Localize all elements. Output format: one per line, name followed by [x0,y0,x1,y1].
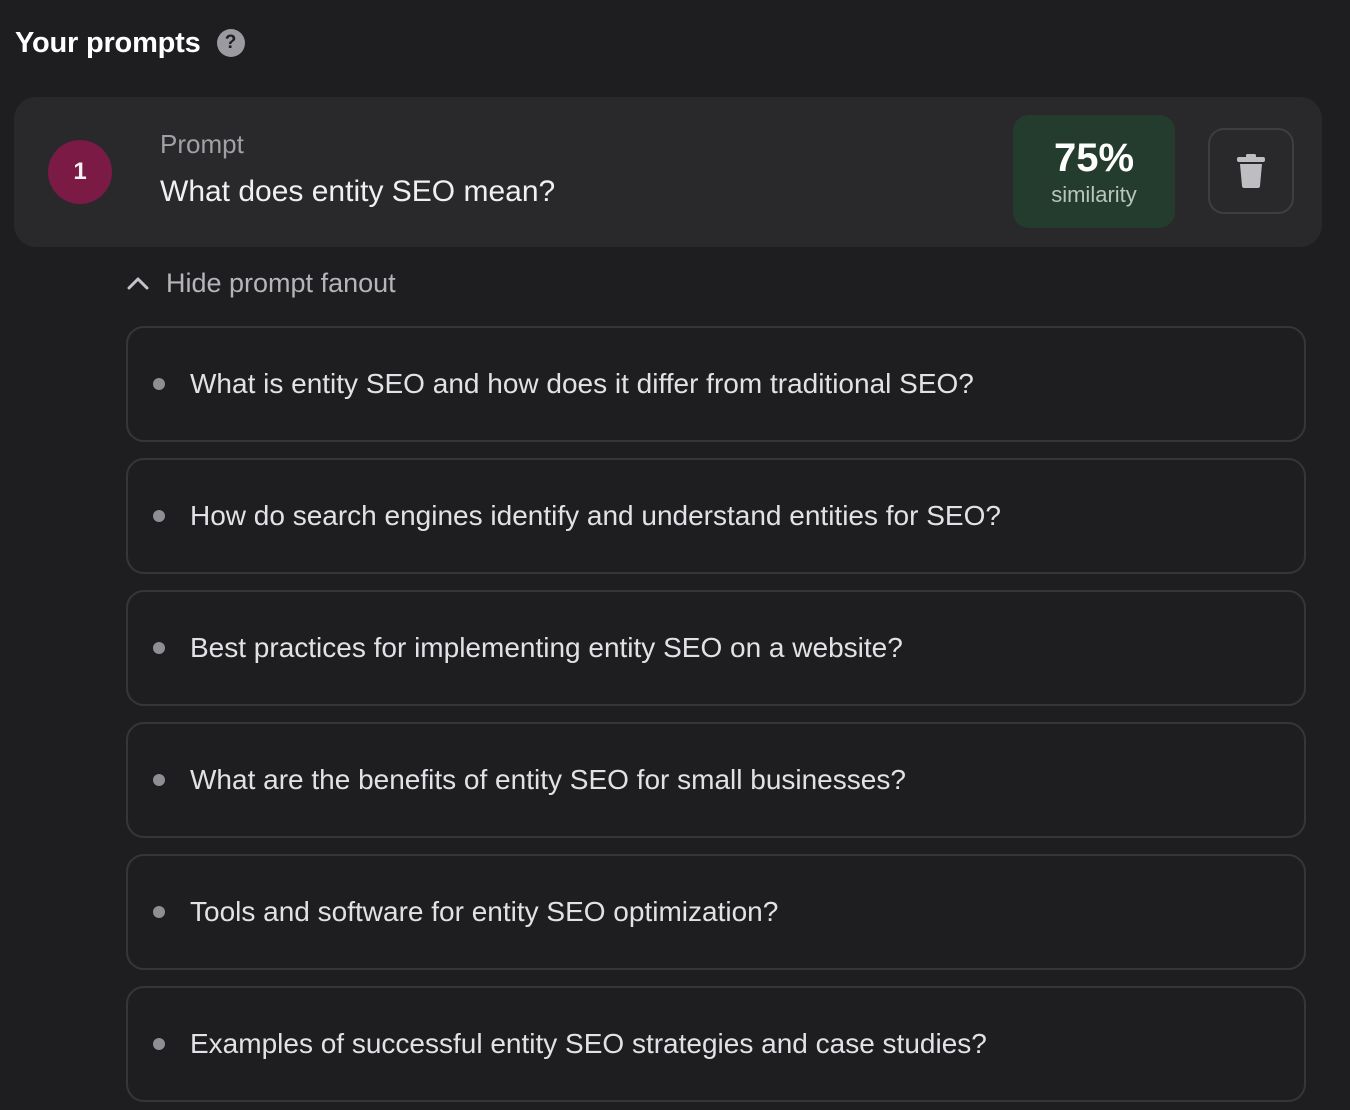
prompts-page: Your prompts ? 1 Prompt What does entity… [0,0,1350,1110]
fanout-list: What is entity SEO and how does it diffe… [126,326,1306,1110]
bullet-dot-icon [153,774,165,786]
bullet-dot-icon [153,906,165,918]
fanout-item[interactable]: What are the benefits of entity SEO for … [126,722,1306,838]
delete-prompt-button[interactable] [1208,128,1294,214]
fanout-item[interactable]: Best practices for implementing entity S… [126,590,1306,706]
fanout-item-text: What is entity SEO and how does it diffe… [190,368,974,399]
fanout-item[interactable]: What is entity SEO and how does it diffe… [126,326,1306,442]
prompt-number-badge: 1 [48,140,112,204]
bullet-dot-icon [153,378,165,390]
prompt-text: What does entity SEO mean? [160,175,556,208]
prompt-card: 1 Prompt What does entity SEO mean? 75% … [14,97,1322,247]
fanout-item-text: Best practices for implementing entity S… [190,632,903,663]
bullet-dot-icon [153,1038,165,1050]
bullet-dot-icon [153,642,165,654]
section-header: Your prompts ? [15,24,245,62]
prompt-label: Prompt [160,129,244,159]
fanout-item-text: How do search engines identify and under… [190,500,1001,531]
similarity-value: 75% [1053,135,1135,180]
question-mark-circle-icon[interactable]: ? [216,29,245,57]
page-title: Your prompts [15,26,201,59]
fanout-item-text: Tools and software for entity SEO optimi… [190,896,779,927]
fanout-item[interactable]: Tools and software for entity SEO optimi… [126,854,1306,970]
bullet-dot-icon [153,510,165,522]
fanout-item[interactable]: Examples of successful entity SEO strate… [126,986,1306,1102]
chevron-up-icon [125,270,151,296]
fanout-item-text: What are the benefits of entity SEO for … [190,764,906,795]
similarity-label: similarity [1051,181,1137,207]
similarity-badge: 75% similarity [1013,115,1175,228]
fanout-toggle-label: Hide prompt fanout [166,267,396,298]
fanout-item-text: Examples of successful entity SEO strate… [190,1028,987,1059]
fanout-item[interactable]: How do search engines identify and under… [126,458,1306,574]
hide-prompt-fanout-toggle[interactable]: Hide prompt fanout [125,266,396,300]
trash-icon [1237,154,1265,188]
